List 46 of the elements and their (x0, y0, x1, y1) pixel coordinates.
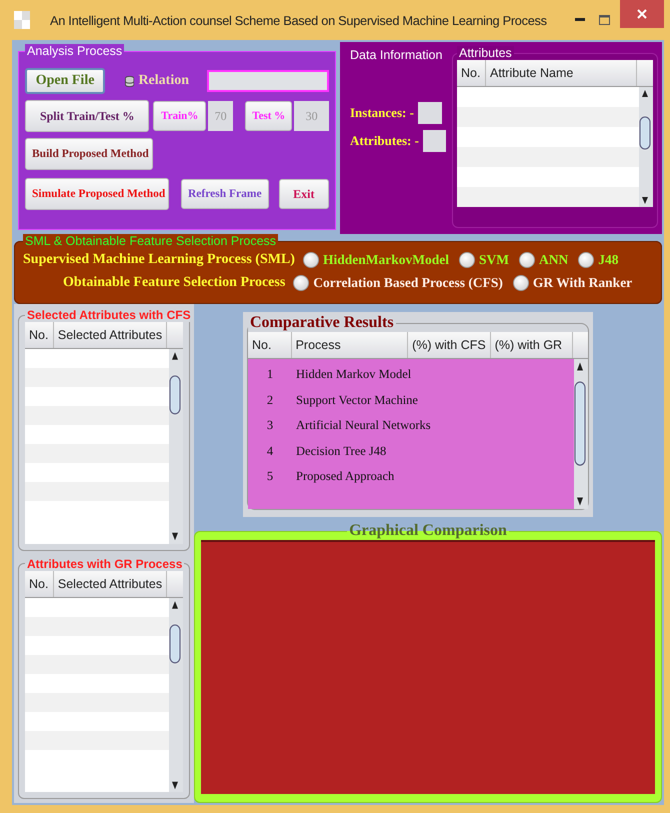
table-cell-text: Hidden Markov Model (295, 366, 412, 383)
table-cell-text: Support Vector Machine (295, 392, 419, 409)
column-header[interactable]: (%) with CFS (408, 332, 491, 358)
window-title: An Intelligent Multi-Action counsel Scheme Based on Supervised Machine Learning Process (50, 12, 548, 28)
option-label[interactable]: J48 (598, 252, 618, 268)
option-label[interactable]: SVM (478, 252, 509, 268)
panel-title: Attributes (457, 46, 514, 60)
column-header[interactable]: No. (25, 322, 54, 348)
table-cell-text: Proposed Approach (295, 468, 396, 485)
option-group-label: Supervised Machine Learning Process (SML) (23, 252, 295, 268)
column-header[interactable]: No. (25, 570, 54, 596)
column-header[interactable]: Attribute Name (486, 60, 637, 86)
open-file-button[interactable]: Open File (25, 68, 106, 94)
table-cell-text: 5 (266, 468, 274, 485)
refresh-button[interactable]: Refresh Frame (181, 179, 269, 209)
option-group-label: Obtainable Feature Selection Process (63, 274, 286, 290)
panel-title: Graphical Comparison (348, 522, 508, 540)
column-header[interactable]: Selected Attributes (54, 570, 168, 596)
panel-title: Comparative Results (249, 314, 395, 332)
attributes-label: Attributes: - (350, 133, 419, 149)
panel-title: Data Information (350, 48, 444, 62)
panel-title: Attributes with GR Process (26, 556, 184, 570)
table-cell-text: Decision Tree J48 (295, 442, 388, 460)
table-cell-text: 4 (266, 442, 274, 460)
column-header[interactable]: Process (292, 332, 408, 358)
option-label[interactable]: GR With Ranker (532, 274, 632, 290)
relation-label: Relation (138, 73, 189, 89)
table-cell-text: 3 (266, 417, 274, 434)
exit-button[interactable]: Exit (278, 179, 329, 209)
instances-label: Instances: - (350, 105, 414, 121)
panel-title: Selected Attributes with CFS (26, 308, 192, 322)
option-label[interactable]: Correlation Based Process (CFS) (313, 274, 503, 290)
option-label[interactable]: HiddenMarkovModel (322, 252, 449, 268)
column-header[interactable]: No. (457, 60, 486, 86)
build-button[interactable]: Build Proposed Method (25, 138, 153, 170)
simulate-button[interactable]: Simulate Proposed Method (25, 178, 169, 210)
column-header[interactable]: (%) with GR (490, 332, 573, 358)
option-label[interactable]: ANN (538, 252, 568, 268)
table-cell-text: 2 (266, 392, 274, 408)
split-button[interactable]: Split Train/Test % (25, 100, 150, 132)
panel-title: SML & Obtainable Feature Selection Process (23, 234, 278, 248)
panel-title: Analysis Process (25, 44, 124, 58)
column-header[interactable]: Selected Attributes (54, 322, 168, 348)
column-header[interactable]: No. (248, 332, 292, 358)
table-cell-text: 1 (266, 366, 274, 383)
table-cell-text: Artificial Neural Networks (295, 417, 432, 434)
